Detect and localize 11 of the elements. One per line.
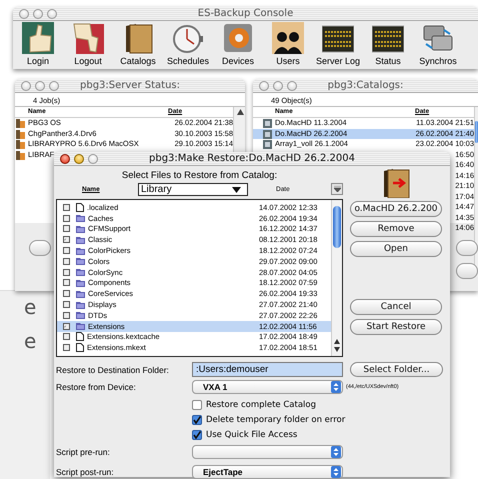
- window-title: ES-Backup Console: [198, 8, 294, 19]
- heading: Select Files to Restore from Catalog:: [120, 169, 278, 182]
- background-text: e: [24, 331, 38, 351]
- field-label: Restore to Destination Folder:: [56, 364, 170, 374]
- window-title: pbg3:Server Status:: [80, 80, 180, 91]
- window-title: pbg3:Catalogs:: [328, 80, 404, 91]
- field-label: Restore from Device:: [56, 382, 137, 392]
- field-label: Script post-run:: [56, 467, 115, 477]
- field-label: Script pre-run:: [56, 447, 111, 457]
- window-title: pbg3:Make Restore:Do.MacHD 26.2.2004: [149, 153, 355, 164]
- background-text: e: [24, 297, 38, 317]
